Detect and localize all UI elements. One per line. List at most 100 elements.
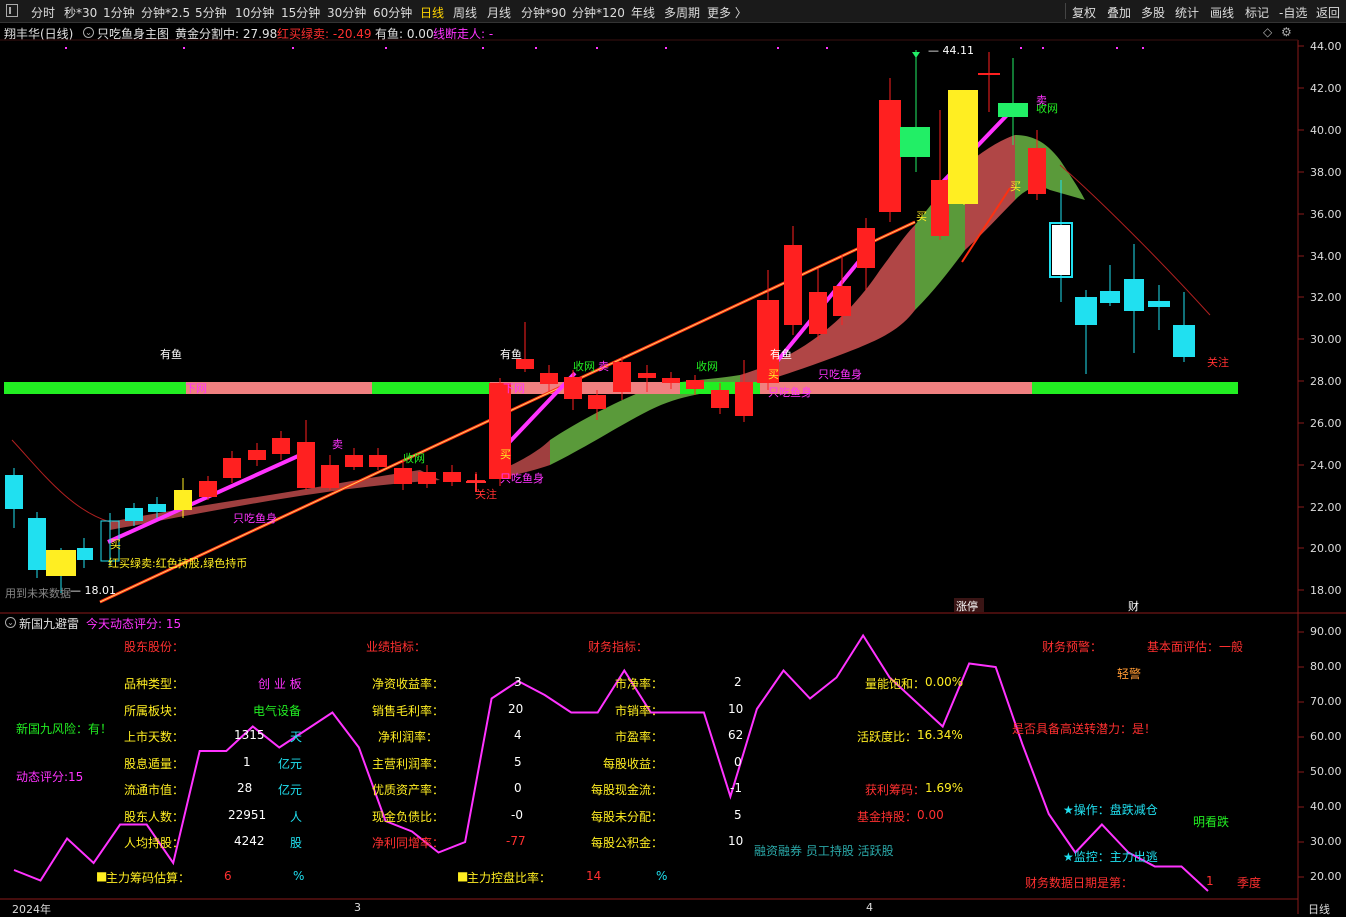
- period-sec30[interactable]: 秒*30: [64, 4, 97, 21]
- trend-line-inner: [99, 221, 916, 603]
- adjust-button[interactable]: 复权: [1072, 4, 1096, 21]
- period-10min[interactable]: 10分钟: [235, 4, 274, 21]
- stat-value: 22951: [228, 808, 267, 822]
- buy-label: 买: [916, 210, 927, 223]
- zone-bar-pink-2: [490, 382, 720, 394]
- score-tick: 20.00: [1310, 870, 1342, 883]
- stat-label: 每股收益：: [603, 757, 664, 771]
- diamond-icon[interactable]: ◇: [1263, 25, 1272, 39]
- stat-unit: 人: [290, 810, 303, 824]
- price-chart[interactable]: — 44.11 — 18.01 有鱼 有鱼 有鱼 下网 下网 收网 卖 收网 收…: [0, 0, 1346, 914]
- ma-line: [11, 164, 1211, 523]
- stat-label: 人均持股：: [124, 836, 185, 850]
- back-button[interactable]: 返回: [1316, 4, 1340, 21]
- watchlist-button[interactable]: -自选: [1279, 4, 1307, 21]
- period-2.5min[interactable]: 分钟*2.5: [141, 4, 190, 21]
- indicator-menu-icon[interactable]: ⌄: [83, 27, 94, 38]
- attention-label: 关注: [475, 487, 497, 501]
- score-tick: 90.00: [1310, 625, 1342, 638]
- dynamic-score: 动态评分:15: [16, 770, 84, 784]
- lower-indicator-name[interactable]: 新国九避雷: [19, 615, 79, 632]
- chip-estimate-value: 6: [224, 869, 232, 883]
- stat-value: 0.00%: [925, 675, 964, 689]
- score-tick: 40.00: [1310, 800, 1342, 813]
- stat-unit: 股: [290, 836, 303, 850]
- sell-label: 卖: [598, 360, 609, 373]
- period-90min[interactable]: 分钟*90: [521, 4, 566, 21]
- youyu-value: 有鱼: 0.00: [375, 27, 434, 41]
- stat-label: 优质资产率：: [372, 783, 445, 797]
- stats-button[interactable]: 统计: [1175, 4, 1199, 21]
- stat-label: 销售毛利率：: [372, 704, 445, 718]
- stat-label: 每股现金流：: [591, 783, 664, 797]
- score-tick: 60.00: [1310, 730, 1342, 743]
- trend-line-short: [961, 187, 1011, 263]
- fish-band-green-2: [650, 375, 740, 410]
- stat-value: 3: [514, 675, 522, 689]
- lower-indicator-menu-icon[interactable]: ⌄: [5, 617, 16, 628]
- price-tick: 26.00: [1310, 417, 1342, 430]
- stat-label: 市盈率：: [615, 730, 664, 744]
- period-5min[interactable]: 5分钟: [195, 4, 227, 21]
- stat-label: 品种类型：: [124, 677, 185, 691]
- chip-control-value: 14: [586, 869, 602, 883]
- xiawang-label: 下网: [503, 382, 525, 395]
- sell-label: 卖: [332, 438, 343, 451]
- stat-value: 62: [728, 728, 744, 742]
- draw-line-button[interactable]: 画线: [1210, 4, 1234, 21]
- overlay-button[interactable]: 叠加: [1107, 4, 1131, 21]
- fish-body-label: 只吃鱼身: [768, 385, 812, 399]
- period-weekly[interactable]: 周线: [453, 4, 477, 21]
- chip-estimate-pct: %: [293, 869, 305, 883]
- red-buy-value: 红买绿卖: -20.49: [277, 27, 372, 41]
- watch-advice: 明看跌: [1193, 815, 1230, 829]
- period-monthly[interactable]: 月线: [487, 4, 511, 21]
- attention-label: 关注: [1207, 355, 1229, 369]
- stat-value: 10: [728, 702, 744, 716]
- fish-body-lines: [107, 110, 1012, 544]
- score-tick: 80.00: [1310, 660, 1342, 673]
- zone-bar-pink-1: [186, 382, 372, 394]
- period-15min[interactable]: 15分钟: [281, 4, 320, 21]
- price-tick: 40.00: [1310, 124, 1342, 137]
- period-yearly[interactable]: 年线: [631, 4, 655, 21]
- panel-toggle-icon[interactable]: [6, 4, 18, 17]
- period-more[interactable]: 更多 〉: [707, 4, 747, 21]
- stat-value: 20: [508, 702, 524, 716]
- period-30min[interactable]: 30分钟: [327, 4, 366, 21]
- shouwang-label: 收网: [573, 359, 595, 373]
- multi-stock-button[interactable]: 多股: [1141, 4, 1165, 21]
- period-60min[interactable]: 60分钟: [373, 4, 412, 21]
- period-toolbar: 分时 秒*30 1分钟 分钟*2.5 5分钟 10分钟 15分钟 30分钟 60…: [0, 0, 1346, 23]
- buy-label: 买: [1010, 180, 1021, 193]
- period-fenshi[interactable]: 分时: [31, 4, 55, 21]
- price-tick: 30.00: [1310, 333, 1342, 346]
- price-tick: 22.00: [1310, 501, 1342, 514]
- period-indicator[interactable]: 日线: [1308, 901, 1330, 917]
- period-120min[interactable]: 分钟*120: [572, 4, 625, 21]
- lower-axis-ticks: [1298, 631, 1304, 878]
- stat-value: 电气设备: [253, 704, 302, 718]
- period-multi[interactable]: 多周期: [664, 4, 700, 21]
- mark-button[interactable]: 标记: [1245, 4, 1269, 21]
- stat-label: 基金持股：: [857, 810, 918, 824]
- stat-label: 净利润率：: [378, 730, 439, 744]
- fish-band-green-3: [915, 165, 965, 310]
- stat-value: 4242: [234, 834, 265, 848]
- stat-label: 股东人数：: [124, 810, 185, 824]
- settings-icon[interactable]: ⚙: [1281, 25, 1292, 39]
- chip-control-label: 主力控盘比率：: [467, 871, 552, 885]
- stat-value: 10: [728, 834, 744, 848]
- fish-body-label: 只吃鱼身: [818, 367, 862, 381]
- stat-value: 创 业 板: [258, 677, 302, 691]
- signal-dots: [65, 47, 1144, 49]
- period-1min[interactable]: 1分钟: [103, 4, 135, 21]
- stat-label: 活跃度比：: [857, 730, 918, 744]
- trend-line-outer: [99, 220, 916, 604]
- operation-advice: ★操作：盘跌减仓: [1063, 803, 1158, 817]
- period-daily[interactable]: 日线: [420, 4, 444, 21]
- stat-value: 0.00: [917, 808, 944, 822]
- price-tick: 34.00: [1310, 250, 1342, 263]
- monitor-advice: ★监控：主力出逃: [1063, 850, 1158, 864]
- indicator-name[interactable]: 只吃鱼身主图: [97, 25, 169, 42]
